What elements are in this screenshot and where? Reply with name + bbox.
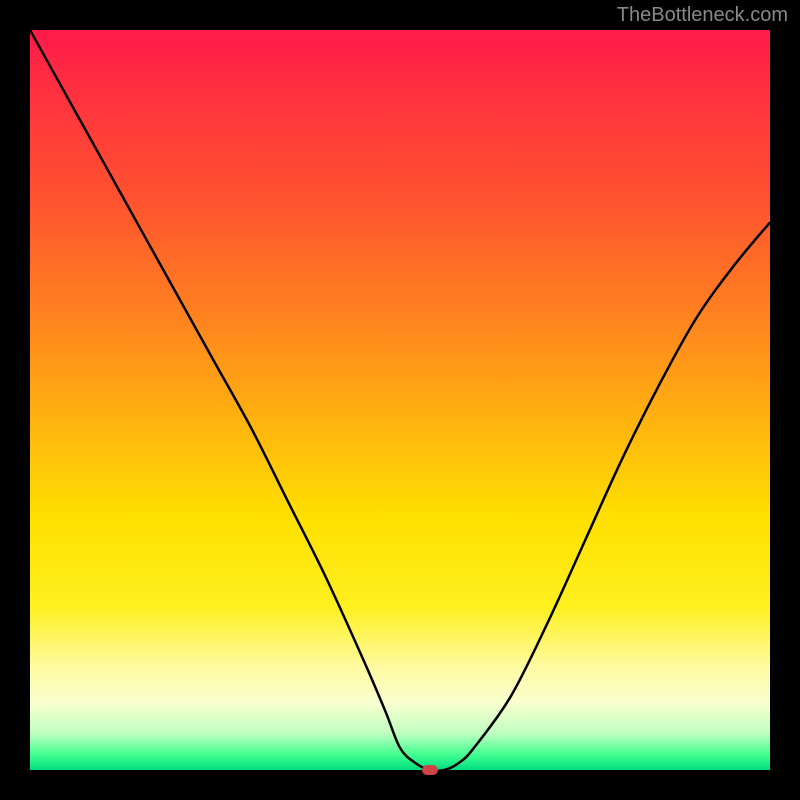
watermark-text: TheBottleneck.com: [617, 4, 788, 27]
plot-area: [30, 30, 770, 770]
optimal-point-marker: [422, 765, 438, 775]
curve-svg: [30, 30, 770, 770]
bottleneck-curve: [30, 30, 770, 770]
